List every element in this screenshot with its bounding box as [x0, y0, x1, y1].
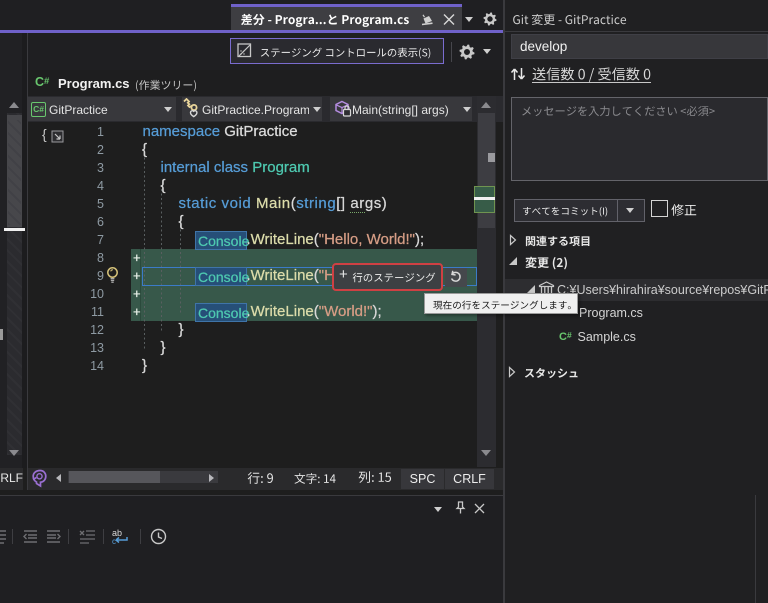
- svg-text:c: c: [112, 537, 116, 545]
